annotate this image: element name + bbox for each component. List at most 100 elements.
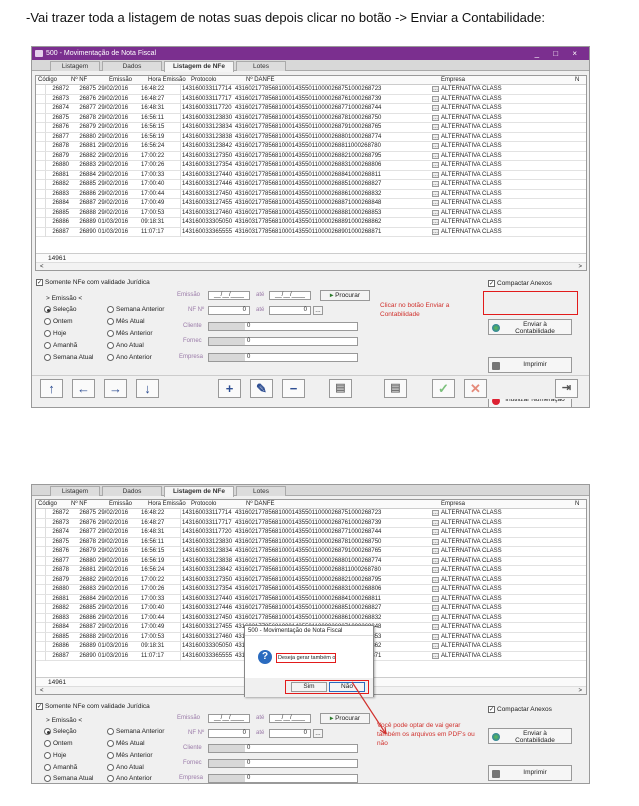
nf-end-input[interactable]: 0: [269, 729, 311, 738]
document-icon-2[interactable]: ▤: [384, 379, 407, 398]
table-row[interactable]: 26873 26876 29/02/2016 16:48:27 143160033117…: [36, 94, 586, 104]
table-row[interactable]: 26879 26882 29/02/2016 17:00:22 143160033127…: [36, 151, 586, 161]
ellipsis-icon[interactable]: …: [432, 152, 439, 159]
document-icon[interactable]: ▤: [329, 379, 352, 398]
radio-mes-anterior[interactable]: Mês Anterior: [107, 330, 153, 337]
radio-ontem[interactable]: Ontem: [44, 318, 73, 325]
radio-ano-anterior[interactable]: Ano Anterior: [107, 354, 152, 361]
ellipsis-icon[interactable]: …: [432, 200, 439, 206]
tab-dados[interactable]: Dados: [102, 486, 162, 496]
ellipsis-icon[interactable]: …: [432, 605, 439, 611]
tab-dados[interactable]: Dados: [102, 61, 162, 71]
radio-selecao[interactable]: Seleção: [44, 728, 77, 735]
somente-nfe-checkbox[interactable]: ✓ Somente NFe com validade Jurídica: [36, 703, 150, 710]
imprimir-button[interactable]: Imprimir: [488, 357, 572, 373]
table-row[interactable]: 26873 26876 29/02/2016 16:48:27 143160033117…: [36, 518, 586, 528]
somente-nfe-checkbox[interactable]: ✓ Somente NFe com validade Jurídica: [36, 279, 150, 286]
col-codigo-header[interactable]: Código: [38, 76, 57, 85]
emissao-end-input[interactable]: __/__/____: [269, 714, 311, 723]
minus-icon[interactable]: −: [282, 379, 305, 398]
arrow-down-icon[interactable]: ↓: [136, 379, 159, 398]
tab-listagem[interactable]: Listagem: [50, 486, 100, 496]
ellipsis-icon[interactable]: …: [432, 181, 439, 187]
ellipsis-icon[interactable]: …: [432, 228, 439, 235]
compactar-anexos-checkbox[interactable]: ✓ Compactar Anexos: [488, 706, 552, 713]
nf-start-input[interactable]: 0: [208, 729, 250, 738]
col-empresa-header[interactable]: Empresa: [441, 500, 465, 509]
procurar-button[interactable]: ▸ Procurar: [320, 290, 370, 301]
table-row[interactable]: 26883 26886 29/02/2016 17:00:44 143160033127…: [36, 613, 586, 623]
radio-mes-anterior[interactable]: Mês Anterior: [107, 752, 153, 759]
table-row[interactable]: 26877 26880 29/02/2016 16:56:19 143160033123…: [36, 132, 586, 142]
radio-amanha[interactable]: Amanhã: [44, 342, 77, 349]
arrow-up-icon[interactable]: ↑: [40, 379, 63, 398]
imprimir-button[interactable]: Imprimir: [488, 765, 572, 781]
radio-ano-atual[interactable]: Ano Atual: [107, 342, 144, 349]
col-empresa-header[interactable]: Empresa: [441, 76, 465, 85]
nf-lookup-button[interactable]: ...: [313, 306, 323, 315]
nf-lookup-button[interactable]: ...: [313, 729, 323, 738]
ellipsis-icon[interactable]: …: [432, 519, 439, 526]
col-nf-header[interactable]: Nº NF: [71, 76, 87, 85]
ellipsis-icon[interactable]: …: [432, 576, 439, 583]
table-row[interactable]: 26874 26877 29/02/2016 16:48:31 143160033117…: [36, 528, 586, 538]
table-row[interactable]: 26883 26886 29/02/2016 17:00:44 143160033127…: [36, 189, 586, 199]
ellipsis-icon[interactable]: …: [432, 105, 439, 111]
window-controls[interactable]: _ □ ×: [535, 47, 583, 60]
table-row[interactable]: 26887 26890 01/03/2016 11:07:17 143160033365…: [36, 227, 586, 237]
ellipsis-icon[interactable]: …: [432, 595, 439, 602]
col-codigo-header[interactable]: Código: [38, 500, 57, 509]
tab-lotes[interactable]: Lotes: [236, 61, 286, 71]
ellipsis-icon[interactable]: …: [432, 510, 439, 516]
table-row[interactable]: 26881 26884 29/02/2016 17:00:33 143160033127…: [36, 594, 586, 604]
sim-button[interactable]: Sim: [291, 682, 327, 692]
ellipsis-icon[interactable]: …: [432, 124, 439, 130]
compactar-anexos-checkbox[interactable]: ✓ Compactar Anexos: [488, 280, 552, 287]
enviar-contabilidade-button[interactable]: Enviar à Contabilidade: [488, 319, 572, 335]
ellipsis-icon[interactable]: …: [432, 86, 439, 92]
table-row[interactable]: 26880 26883 29/02/2016 17:00:26 143160033127…: [36, 161, 586, 171]
emissao-start-input[interactable]: __/__/____: [208, 714, 250, 723]
emissao-end-input[interactable]: __/__/____: [269, 291, 311, 300]
x-icon[interactable]: ✕: [464, 379, 487, 398]
col-hora-header[interactable]: Hora Emissão: [148, 76, 186, 85]
ellipsis-icon[interactable]: …: [432, 633, 439, 640]
radio-hoje[interactable]: Hoje: [44, 752, 66, 759]
ellipsis-icon[interactable]: …: [432, 209, 439, 216]
col-emissao-header[interactable]: Emissão: [109, 500, 132, 509]
radio-ano-atual[interactable]: Ano Atual: [107, 764, 144, 771]
radio-ontem[interactable]: Ontem: [44, 740, 73, 747]
radio-semana-anterior[interactable]: Semana Anterior: [107, 728, 164, 735]
table-row[interactable]: 26876 26879 29/02/2016 16:56:15 143160033123…: [36, 123, 586, 133]
pencil-icon[interactable]: ✎: [250, 379, 273, 398]
radio-semana-atual[interactable]: Semana Atual: [44, 354, 93, 361]
ellipsis-icon[interactable]: …: [432, 133, 439, 140]
ellipsis-icon[interactable]: …: [432, 538, 439, 545]
cliente-input[interactable]: 0: [208, 322, 358, 331]
ellipsis-icon[interactable]: …: [432, 586, 439, 592]
radio-mes-atual[interactable]: Mês Atual: [107, 740, 145, 747]
nfe-grid[interactable]: Código Nº NF Emissão Hora Emissão Protoc…: [35, 75, 587, 271]
table-row[interactable]: 26886 26889 01/03/2016 09:18:31 143160033305…: [36, 218, 586, 228]
ellipsis-icon[interactable]: …: [432, 652, 439, 659]
ellipsis-icon[interactable]: …: [432, 114, 439, 121]
ellipsis-icon[interactable]: …: [432, 548, 439, 554]
table-row[interactable]: 26882 26885 29/02/2016 17:00:40 143160033127…: [36, 604, 586, 614]
exit-icon[interactable]: ⇥: [555, 379, 578, 398]
radio-ano-anterior[interactable]: Ano Anterior: [107, 775, 152, 782]
tab-listagem[interactable]: Listagem: [50, 61, 100, 71]
table-row[interactable]: 26875 26878 29/02/2016 16:56:11 143160033123…: [36, 537, 586, 547]
table-row[interactable]: 26878 26881 29/02/2016 16:56:24 143160033123…: [36, 142, 586, 152]
table-row[interactable]: 26882 26885 29/02/2016 17:00:40 143160033127…: [36, 180, 586, 190]
radio-mes-atual[interactable]: Mês Atual: [107, 318, 145, 325]
radio-amanha[interactable]: Amanhã: [44, 764, 77, 771]
empresa-input[interactable]: 0: [208, 774, 358, 783]
radio-selecao[interactable]: Seleção: [44, 306, 77, 313]
col-hora-header[interactable]: Hora Emissão: [148, 500, 186, 509]
table-row[interactable]: 26879 26882 29/02/2016 17:00:22 143160033127…: [36, 575, 586, 585]
ellipsis-icon[interactable]: …: [432, 143, 439, 149]
arrow-left-icon[interactable]: ←: [72, 379, 95, 398]
tab-listagem-nfe[interactable]: Listagem de NFe: [164, 61, 234, 72]
ellipsis-icon[interactable]: …: [432, 95, 439, 102]
tab-listagem-nfe[interactable]: Listagem de NFe: [164, 486, 234, 497]
